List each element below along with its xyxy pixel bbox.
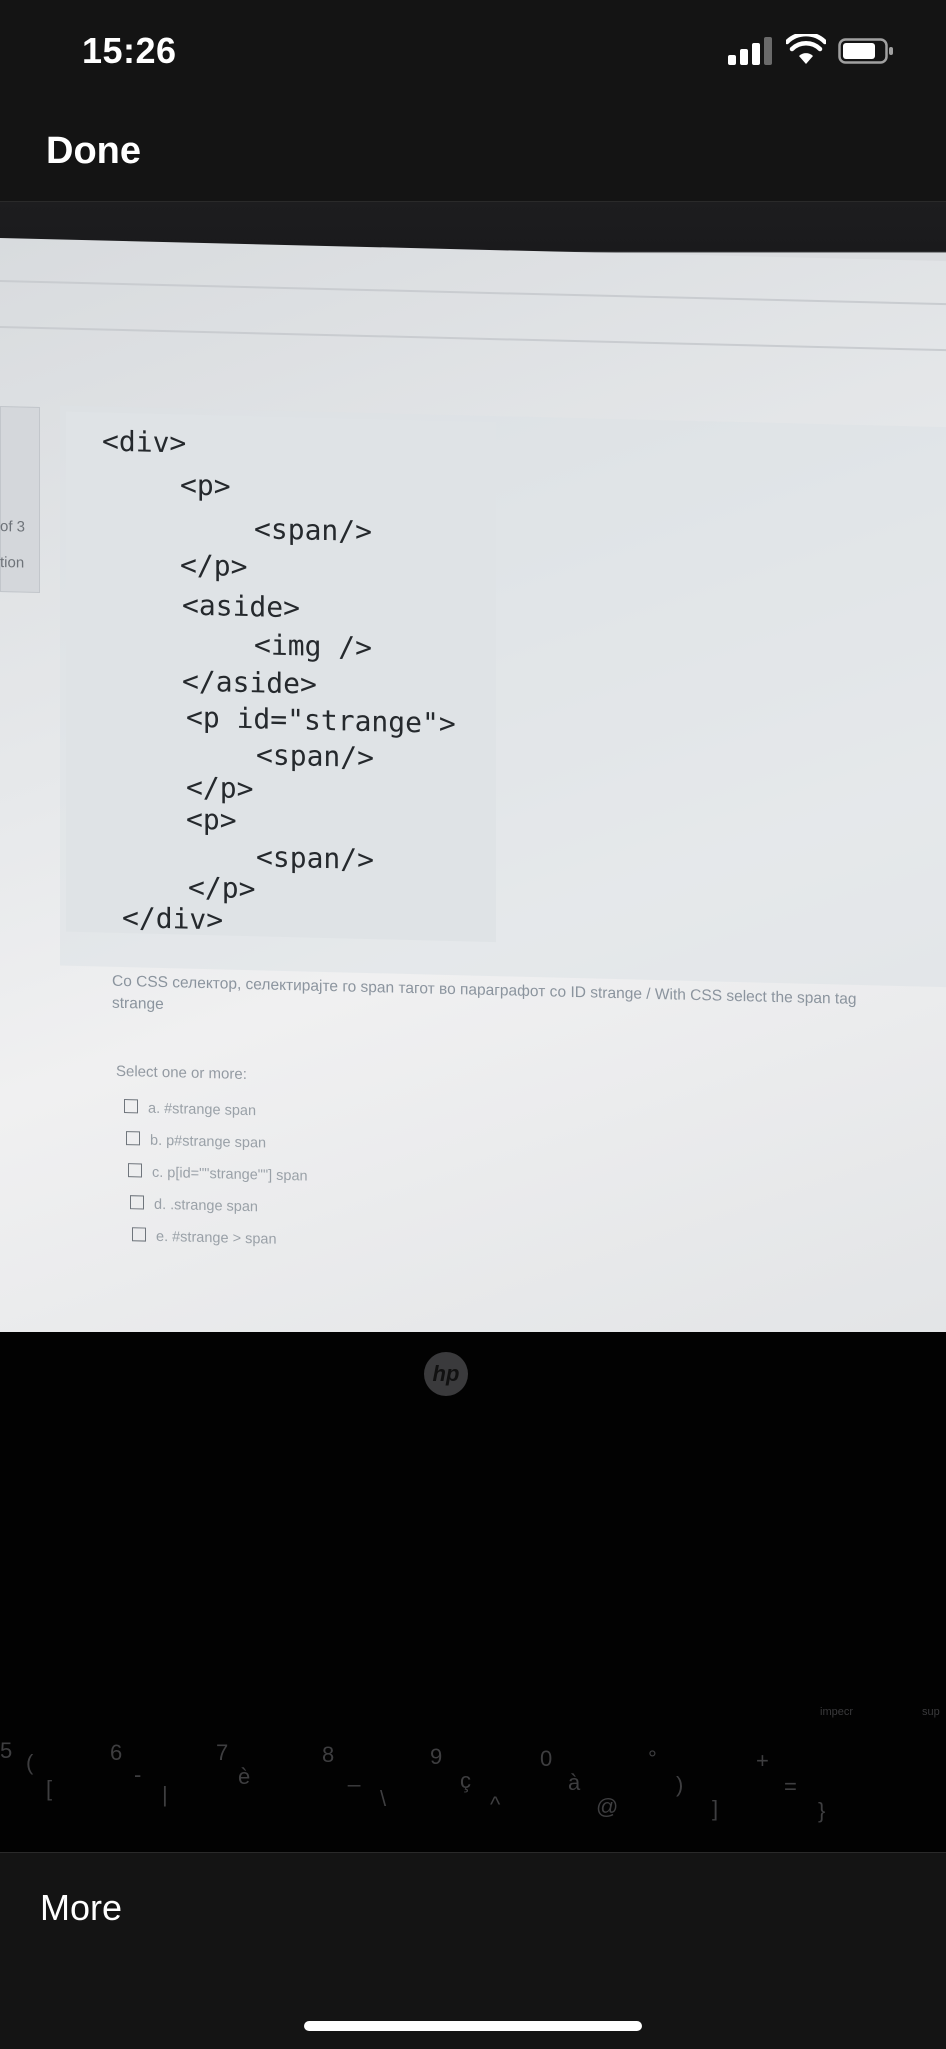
keyboard-key-label: =: [784, 1774, 797, 1799]
select-instruction: Select one or more:: [116, 1062, 247, 1084]
answer-option-label: e. #strange > span: [156, 1228, 277, 1248]
keyboard-key-label: 7: [216, 1740, 229, 1765]
keyboard-key-label: _: [348, 1762, 361, 1787]
keyboard-key-label: 8: [322, 1742, 335, 1767]
code-line: </p>: [186, 770, 254, 806]
status-bar: 15:26: [0, 0, 946, 100]
answer-option[interactable]: d. .strange span: [130, 1195, 258, 1215]
screen-divider: [0, 280, 946, 306]
keyboard-key-label: (: [26, 1750, 34, 1775]
checkbox[interactable]: [126, 1131, 140, 1146]
keyboard-key-label: °: [648, 1746, 657, 1771]
answer-option-label: a. #strange span: [148, 1100, 257, 1120]
keyboard-fn-label: impecr: [820, 1706, 854, 1718]
keyboard-key-label: 0: [540, 1746, 553, 1771]
checkbox[interactable]: [128, 1163, 142, 1178]
keyboard-key-label: 5: [0, 1738, 13, 1763]
keyboard-key-label: ç: [460, 1768, 471, 1793]
battery-icon: [838, 38, 893, 64]
home-indicator: [304, 2021, 642, 2031]
keyboard-key-label: è: [238, 1764, 251, 1789]
done-button[interactable]: Done: [46, 130, 141, 173]
keyboard-key-label: à: [568, 1770, 581, 1795]
code-line: <span/>: [254, 512, 373, 549]
keyboard-key-label: @: [596, 1794, 619, 1819]
code-line: <p id="strange">: [186, 700, 456, 741]
checkbox[interactable]: [130, 1195, 144, 1210]
more-button[interactable]: More: [40, 1887, 122, 1929]
code-line: <img />: [254, 628, 373, 665]
code-line: </aside>: [182, 664, 317, 701]
code-line: </p>: [180, 548, 248, 584]
keyboard-key-label: ^: [490, 1792, 501, 1817]
code-line: <div>: [102, 424, 187, 460]
bottom-toolbar: More: [0, 1852, 946, 2049]
code-line: </p>: [188, 870, 256, 906]
code-line: <p>: [186, 802, 237, 837]
keyboard-fn-label: sup: [922, 1706, 940, 1718]
answer-option-label: d. .strange span: [154, 1196, 258, 1216]
keyboard-key-label: \: [380, 1786, 387, 1811]
answer-option[interactable]: b. p#strange span: [126, 1131, 267, 1152]
nav-bar: Done: [0, 100, 946, 202]
keyboard-key-label: 9: [430, 1744, 443, 1769]
photo-viewer[interactable]: of 3 tion <div> <p> <span/> </p> <aside>…: [0, 202, 946, 1852]
code-line: <p>: [180, 468, 231, 503]
left-panel-text: of 3: [0, 518, 26, 536]
left-panel-text: tion: [0, 554, 25, 572]
keyboard-key-label: -: [134, 1762, 142, 1787]
code-line: <aside>: [182, 588, 301, 625]
hp-logo: hp: [424, 1352, 468, 1396]
checkbox[interactable]: [132, 1227, 146, 1242]
code-line: <span/>: [256, 840, 375, 877]
status-time: 15:26: [82, 30, 177, 71]
answer-option-label: b. p#strange span: [150, 1132, 267, 1152]
wifi-icon: [786, 34, 826, 64]
screen-divider: [0, 326, 946, 352]
code-line: </div>: [122, 900, 224, 937]
laptop-body: [0, 1332, 946, 1852]
keyboard-key-label: ]: [712, 1796, 719, 1821]
checkbox[interactable]: [124, 1099, 138, 1114]
answer-option[interactable]: a. #strange span: [124, 1099, 256, 1119]
cellular-signal-icon: [728, 37, 772, 65]
keyboard-key-label: |: [162, 1782, 168, 1807]
answer-option[interactable]: c. p[id=""strange""] span: [128, 1163, 308, 1185]
keyboard-key-label: ): [676, 1772, 684, 1797]
answer-option-label: c. p[id=""strange""] span: [152, 1164, 308, 1185]
answer-option[interactable]: e. #strange > span: [132, 1227, 277, 1248]
keyboard-key-label: 6: [110, 1740, 123, 1765]
laptop-screen: of 3 tion <div> <p> <span/> </p> <aside>…: [0, 238, 946, 1362]
keyboard-key-label: [: [46, 1776, 53, 1801]
code-line: <span/>: [256, 738, 375, 775]
keyboard-key-label: +: [756, 1748, 769, 1773]
keyboard-key-label: }: [818, 1798, 826, 1823]
